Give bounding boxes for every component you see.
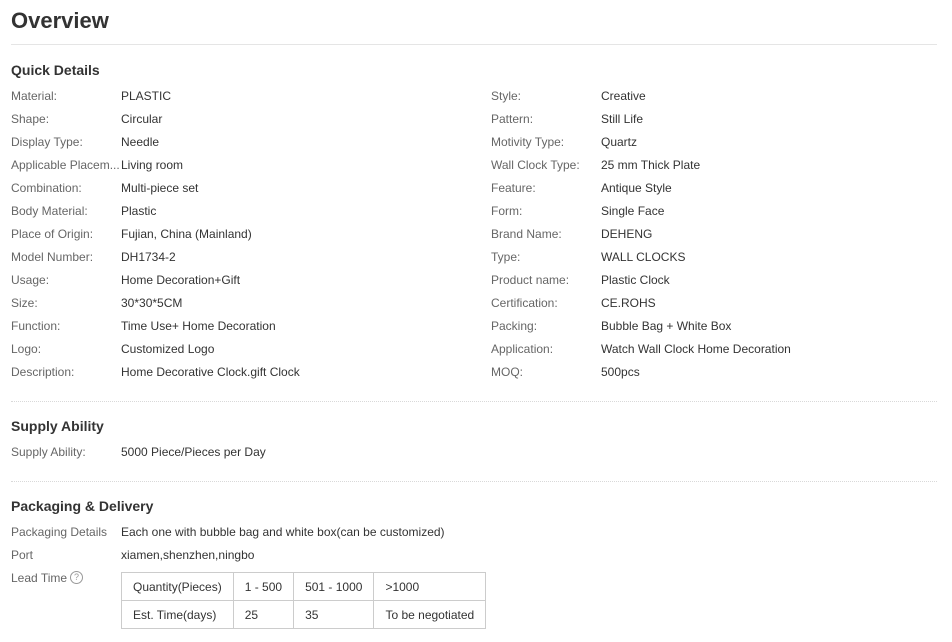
lead-time-table-cell: 25 [232, 600, 295, 629]
detail-value: Quartz [601, 135, 638, 149]
detail-value: WALL CLOCKS [601, 250, 686, 264]
detail-value: Bubble Bag + White Box [601, 319, 732, 333]
detail-value: Needle [121, 135, 160, 149]
detail-value: 25 mm Thick Plate [601, 158, 701, 172]
lead-time-label-wrap: Lead Time? [11, 567, 121, 590]
detail-value: 30*30*5CM [121, 296, 183, 310]
detail-label: Feature: [491, 181, 536, 195]
lead-time-table-cell: To be negotiated [373, 600, 487, 629]
detail-value: Multi-piece set [121, 181, 199, 195]
detail-label: Size: [11, 296, 38, 310]
lead-time-table-cell: 35 [293, 600, 375, 629]
lead-time-label: Lead Time [11, 571, 68, 585]
detail-label: Form: [491, 204, 523, 218]
detail-label: Brand Name: [491, 227, 562, 241]
product-overview-page: Overview Quick Details Material: PLASTIC S… [0, 0, 952, 642]
detail-label: Body Material: [11, 204, 88, 218]
detail-label: Logo: [11, 342, 42, 356]
detail-label: Certification: [491, 296, 558, 310]
detail-label: Function: [11, 319, 61, 333]
title-divider [11, 44, 937, 45]
detail-label: Style: [491, 89, 522, 103]
packaging-delivery-title: Packaging & Delivery [11, 498, 154, 514]
lead-time-table: Quantity(Pieces) 1 - 500 501 - 1000 >1000 Es… [121, 572, 487, 629]
detail-value: Time Use+ Home Decoration [121, 319, 276, 333]
detail-label: Place of Origin: [11, 227, 94, 241]
page-title: Overview [11, 8, 109, 33]
detail-label: Combination: [11, 181, 82, 195]
quick-details-title: Quick Details [11, 62, 100, 78]
detail-label: Application: [491, 342, 554, 356]
detail-value: Plastic [121, 204, 157, 218]
detail-label: Shape: [11, 112, 50, 126]
lead-time-table-cell: Quantity(Pieces) [121, 572, 234, 601]
detail-label: Material: [11, 89, 58, 103]
detail-value: Watch Wall Clock Home Decoration [601, 342, 791, 356]
detail-value: DEHENG [601, 227, 653, 241]
detail-label: Wall Clock Type: [491, 158, 580, 172]
lead-time-table-cell: >1000 [373, 572, 487, 601]
detail-value: Customized Logo [121, 342, 215, 356]
detail-value: Plastic Clock [601, 273, 670, 287]
detail-value: PLASTIC [121, 89, 172, 103]
detail-label: Usage: [11, 273, 50, 287]
lead-time-table-row: Quantity(Pieces) 1 - 500 501 - 1000 >1000 [121, 572, 487, 601]
detail-value: 500pcs [601, 365, 640, 379]
lead-time-table-cell: 501 - 1000 [293, 572, 375, 601]
supply-ability-title: Supply Ability [11, 418, 104, 434]
detail-label: Motivity Type: [491, 135, 565, 149]
detail-value: Home Decorative Clock.gift Clock [121, 365, 300, 379]
question-circle-icon[interactable]: ? [70, 571, 84, 585]
detail-value: Creative [601, 89, 646, 103]
port-label: Port [11, 548, 34, 562]
detail-value: Home Decoration+Gift [121, 273, 241, 287]
section-divider [11, 481, 937, 482]
detail-value: CE.ROHS [601, 296, 656, 310]
detail-label: MOQ: [491, 365, 523, 379]
detail-label: Packing: [491, 319, 538, 333]
supply-ability-value: 5000 Piece/Pieces per Day [121, 445, 266, 459]
detail-value: DH1734-2 [121, 250, 176, 264]
detail-label: Product name: [491, 273, 570, 287]
detail-label: Model Number: [11, 250, 94, 264]
detail-value: Circular [121, 112, 163, 126]
packaging-details-label: Packaging Details [11, 525, 108, 539]
detail-value: Living room [121, 158, 184, 172]
detail-value: Still Life [601, 112, 644, 126]
lead-time-table-cell: Est. Time(days) [121, 600, 234, 629]
detail-value: Single Face [601, 204, 665, 218]
detail-label: Pattern: [491, 112, 534, 126]
lead-time-table-row: Est. Time(days) 25 35 To be negotiated [121, 600, 487, 629]
detail-value: Fujian, China (Mainland) [121, 227, 252, 241]
lead-time-table-cell: 1 - 500 [232, 572, 295, 601]
supply-ability-label: Supply Ability: [11, 445, 86, 459]
detail-label: Description: [11, 365, 75, 379]
port-value: xiamen,shenzhen,ningbo [121, 548, 255, 562]
detail-label: Display Type: [11, 135, 83, 149]
detail-value: Antique Style [601, 181, 672, 195]
detail-label: Type: [491, 250, 521, 264]
detail-label: Applicable Placem... [11, 158, 120, 172]
packaging-details-value: Each one with bubble bag and white box(c… [121, 525, 445, 539]
section-divider [11, 401, 937, 402]
